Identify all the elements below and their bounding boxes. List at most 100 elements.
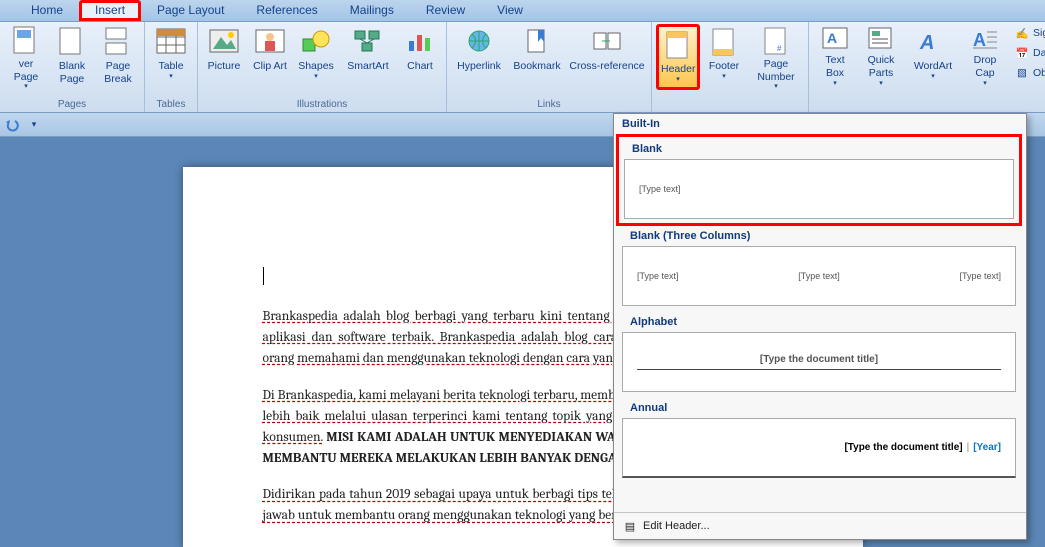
table-label: Table [151,60,191,73]
gallery-item-blank[interactable]: Blank [Type text] [616,134,1022,226]
group-links: Hyperlink Bookmark Cross-reference Links [447,22,652,112]
signature-line-button[interactable]: ✍Signature Line ▾ [1011,24,1045,42]
svg-text:#: # [777,44,782,53]
page-number-label: Page Number [750,58,802,83]
blank-placeholder: [Type text] [639,184,681,194]
annual-year: [Year] [973,442,1001,453]
group-hf-label [656,97,804,112]
gallery-item-three-label: Blank (Three Columns) [622,226,1016,246]
bookmark-button[interactable]: Bookmark [509,24,565,90]
svg-text:A: A [827,30,837,46]
cross-reference-button[interactable]: Cross-reference [567,24,647,90]
preview-alpha: [Type the document title] [622,332,1016,392]
text-mini-buttons: ✍Signature Line ▾ 📅Date & Time ▧Object ▾ [1009,24,1045,82]
text-box-button[interactable]: A Text Box▾ [813,24,857,90]
group-pages-label: Pages [4,97,140,112]
page-break-button[interactable]: Page Break [96,24,140,90]
footer-button[interactable]: Footer▾ [702,24,746,90]
wordart-icon: A [917,26,949,58]
three-ph-2: [Type text] [798,271,840,281]
gallery-heading: Built-In [614,114,1024,134]
chart-button[interactable]: Chart [398,24,442,90]
group-text-label [813,97,1045,112]
calendar-icon: 📅 [1014,45,1030,61]
cover-page-icon [10,26,42,56]
tab-insert[interactable]: Insert [79,0,141,21]
group-tables-label: Tables [149,97,193,112]
quick-parts-icon [865,26,897,52]
wordart-button[interactable]: A WordArt▾ [905,24,961,90]
group-links-label: Links [451,97,647,112]
header-label: Header [661,63,695,76]
signature-label: Signature Line [1033,27,1045,39]
footer-icon [708,26,740,58]
tab-home[interactable]: Home [15,0,79,21]
bookmark-icon [521,26,553,58]
gallery-item-annual[interactable]: Annual [Type the document title] | [Year… [614,398,1024,484]
preview-three: [Type text] [Type text] [Type text] [622,246,1016,306]
hyperlink-button[interactable]: Hyperlink [451,24,507,90]
clip-art-button[interactable]: Clip Art [248,24,292,90]
object-label: Object [1033,67,1045,79]
cover-page-button[interactable]: ver Page▾ [4,24,48,90]
text-box-label: Text Box [815,54,855,79]
tab-references[interactable]: References [240,0,333,21]
edit-header-action[interactable]: ▤ Edit Header... [614,512,1026,539]
edit-header-label: Edit Header... [643,520,710,532]
tab-page-layout[interactable]: Page Layout [141,0,240,21]
gallery-scroll[interactable]: Built-In Blank [Type text] Blank (Three … [614,114,1026,512]
preview-annual: [Type the document title] | [Year] [622,418,1016,478]
picture-icon [208,26,240,58]
text-cursor [263,267,264,285]
gallery-item-alpha-label: Alphabet [622,312,1016,332]
dropdown-icon[interactable]: ▾ [26,117,42,133]
blank-page-label: Blank Page [52,60,92,85]
hyperlink-label: Hyperlink [453,60,505,73]
drop-cap-icon: A [969,26,1001,52]
hyperlink-icon [463,26,495,58]
cross-reference-icon [591,26,623,58]
alpha-placeholder: [Type the document title] [760,354,878,365]
group-header-footer: Header▾ Footer▾ # Page Number▾ [652,22,809,112]
alpha-line [637,369,1001,370]
three-ph-1: [Type text] [637,271,679,281]
clip-art-label: Clip Art [250,60,290,73]
shapes-button[interactable]: Shapes▾ [294,24,338,90]
gallery-item-three-columns[interactable]: Blank (Three Columns) [Type text] [Type … [614,226,1024,312]
shapes-label: Shapes [296,60,336,73]
header-icon [662,29,694,61]
smartart-button[interactable]: SmartArt [340,24,396,90]
three-ph-3: [Type text] [959,271,1001,281]
annual-placeholder: [Type the document title] [844,442,962,453]
svg-text:A: A [973,30,986,50]
wordart-label: WordArt [907,60,959,73]
tab-mailings[interactable]: Mailings [334,0,410,21]
picture-label: Picture [204,60,244,73]
quick-parts-button[interactable]: Quick Parts▾ [859,24,903,90]
tab-view[interactable]: View [481,0,539,21]
group-text: A Text Box▾ Quick Parts▾ A WordArt▾ A Dr… [809,22,1045,112]
footer-label: Footer [704,60,744,73]
picture-button[interactable]: Picture [202,24,246,90]
page-number-icon: # [760,26,792,56]
group-illustrations-label: Illustrations [202,97,442,112]
gallery-item-alphabet[interactable]: Alphabet [Type the document title] [614,312,1024,398]
edit-header-icon: ▤ [622,518,638,534]
date-time-button[interactable]: 📅Date & Time [1011,44,1045,62]
gallery-item-blank-label: Blank [624,139,1014,159]
blank-page-button[interactable]: Blank Page [50,24,94,90]
cover-page-label: ver Page [6,58,46,83]
undo-icon[interactable] [4,117,20,133]
table-button[interactable]: Table▾ [149,24,193,90]
table-icon [155,26,187,58]
page-number-button[interactable]: # Page Number▾ [748,24,804,90]
object-icon: ▧ [1014,65,1030,81]
object-button[interactable]: ▧Object ▾ [1011,64,1045,82]
tab-review[interactable]: Review [410,0,481,21]
header-button[interactable]: Header▾ [656,24,700,90]
shapes-icon [300,26,332,58]
ribbon-tabs: Home Insert Page Layout References Maili… [0,0,1045,22]
quick-parts-label: Quick Parts [861,54,901,79]
page-break-label: Page Break [98,60,138,85]
drop-cap-button[interactable]: A Drop Cap▾ [963,24,1007,90]
